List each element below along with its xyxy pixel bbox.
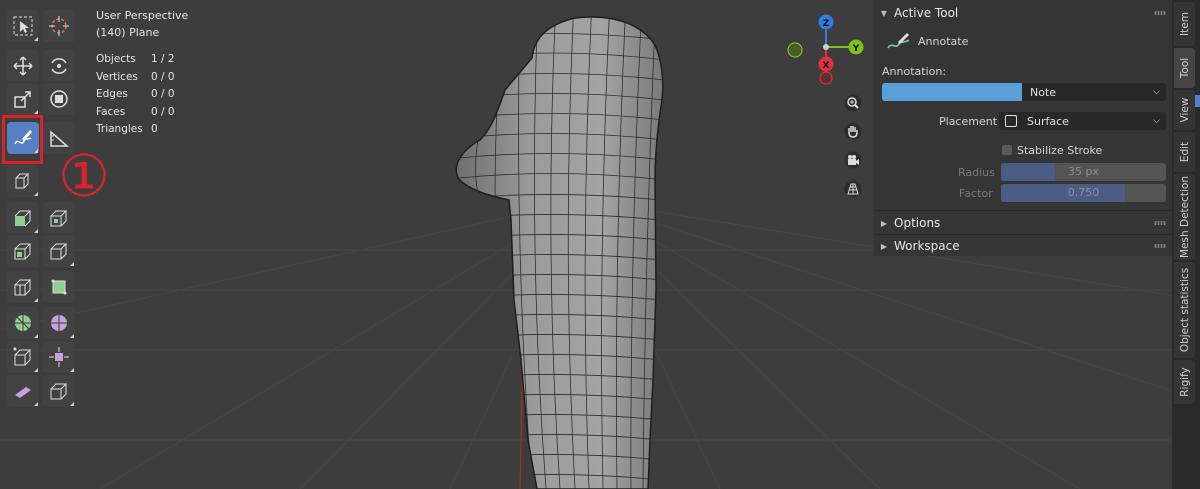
add-cube-icon	[15, 173, 30, 189]
annotate-tool-icon	[887, 33, 910, 49]
tab-item[interactable]: Item	[1174, 2, 1195, 46]
edge-slide-icon	[13, 347, 32, 366]
expand-arrow-icon: ▶	[880, 218, 888, 228]
extrude-manifold-icon	[50, 210, 68, 227]
options-header[interactable]: ▶ Options	[874, 212, 1172, 234]
stat-row: Vertices 0 / 0	[96, 70, 175, 83]
tab-rigify[interactable]: Rigify	[1174, 360, 1195, 404]
sidebar-tabs: Item Tool View Edit Mesh Detection Objec…	[1172, 0, 1200, 489]
annotation-mark-1: ①	[58, 142, 110, 210]
tab-object-statistics[interactable]: Object statistics	[1174, 262, 1195, 358]
select-box-icon	[13, 16, 33, 36]
chevron-down-icon: ⌵	[1153, 87, 1160, 97]
perspective-grid-icon[interactable]	[842, 178, 864, 200]
annotation-layer-dropdown[interactable]: Note ⌵	[882, 83, 1166, 101]
active-tool-header[interactable]: ▼ Active Tool	[874, 2, 1172, 24]
view-name: User Perspective	[96, 9, 189, 22]
drag-handle-icon[interactable]	[1154, 244, 1166, 248]
rotate-icon	[51, 58, 67, 74]
add-cube-tool[interactable]	[7, 165, 39, 197]
shear-tool[interactable]	[7, 375, 39, 407]
factor-slider[interactable]: 0.750	[1001, 184, 1166, 202]
stat-row: Objects 1 / 2	[96, 53, 175, 65]
tab-edit[interactable]: Edit	[1174, 132, 1195, 172]
bevel-icon	[50, 243, 68, 260]
stat-row: Faces 0 / 0	[96, 105, 175, 118]
radius-label: Radius	[958, 166, 995, 179]
stabilize-stroke-checkbox[interactable]	[1002, 145, 1012, 155]
annotation-color-swatch[interactable]	[882, 83, 1022, 101]
smooth-icon	[51, 315, 67, 331]
spin-icon	[15, 315, 31, 331]
expand-arrow-icon: ▶	[880, 241, 888, 251]
extrude-icon	[14, 210, 32, 227]
stat-row: Triangles 0	[96, 123, 158, 135]
pan-hand-icon[interactable]	[842, 120, 864, 142]
camera-icon[interactable]	[842, 149, 864, 171]
highlight-box-annotate	[2, 115, 43, 164]
tab-scroll-indicator	[1195, 95, 1200, 107]
tool-name: Annotate	[918, 35, 969, 48]
collapse-arrow-icon: ▼	[880, 8, 888, 18]
shrink-fatten-tool[interactable]	[43, 341, 75, 373]
inset-icon	[14, 243, 32, 260]
factor-label: Factor	[959, 187, 993, 200]
poly-build-icon	[51, 279, 67, 295]
knife-tool[interactable]	[43, 271, 75, 303]
move-tool[interactable]	[7, 50, 39, 82]
smooth-tool[interactable]	[43, 307, 75, 339]
drag-handle-icon[interactable]	[1154, 221, 1166, 225]
neg-y-axis-ball	[787, 42, 803, 58]
stabilize-stroke-label: Stabilize Stroke	[1017, 144, 1103, 157]
inset-tool[interactable]	[7, 235, 39, 267]
rotate-tool[interactable]	[43, 50, 75, 82]
tab-mesh-detection[interactable]: Mesh Detection	[1174, 174, 1195, 260]
mesh-object	[456, 17, 663, 489]
move-icon	[13, 56, 33, 76]
surface-icon	[1005, 115, 1017, 127]
shrink-fatten-icon	[49, 347, 69, 367]
cursor-tool[interactable]	[43, 10, 75, 42]
tab-view[interactable]: View	[1174, 90, 1195, 130]
neg-z-axis-ball	[819, 71, 833, 85]
workspace-header[interactable]: ▶ Workspace	[874, 235, 1172, 257]
edge-slide-tool[interactable]	[7, 341, 39, 373]
scale-icon	[14, 91, 31, 108]
bevel-tool[interactable]	[43, 235, 75, 267]
rip-tool[interactable]	[43, 375, 75, 407]
x-axis-label: X	[823, 61, 830, 71]
chevron-down-icon: ⌵	[1153, 116, 1160, 126]
shear-icon	[15, 387, 31, 398]
loop-cut-icon	[14, 279, 32, 296]
radius-field[interactable]: 35 px	[1001, 163, 1166, 181]
select-box-tool[interactable]	[7, 10, 39, 42]
cursor-icon	[49, 16, 69, 36]
transform-tool[interactable]	[43, 83, 75, 115]
navigation-gizmo: Z Y X	[787, 14, 864, 85]
scale-tool[interactable]	[7, 83, 39, 115]
y-axis-label: Y	[852, 44, 860, 54]
extrude-tool[interactable]	[7, 202, 39, 234]
tab-tool[interactable]: Tool	[1174, 48, 1195, 88]
z-axis-label: Z	[823, 19, 830, 29]
transform-icon	[50, 90, 68, 108]
drag-handle-icon[interactable]	[1154, 11, 1166, 15]
statistics-overlay: Objects 1 / 2 Vertices 0 / 0 Edges 0 / 0 Fa…	[96, 53, 175, 141]
stat-row: Edges 0 / 0	[96, 88, 175, 100]
spin-tool[interactable]	[7, 307, 39, 339]
annotation-label: Annotation:	[882, 65, 947, 78]
tool-settings-panel: ▼ Active Tool Annotate Annotation: Note …	[874, 0, 1172, 256]
loop-cut-tool[interactable]	[7, 271, 39, 303]
object-name: (140) Plane	[96, 26, 160, 39]
placement-dropdown[interactable]: Surface ⌵	[999, 112, 1166, 130]
placement-label: Placement	[939, 115, 998, 128]
rip-icon	[50, 383, 68, 400]
zoom-icon[interactable]	[842, 92, 864, 114]
